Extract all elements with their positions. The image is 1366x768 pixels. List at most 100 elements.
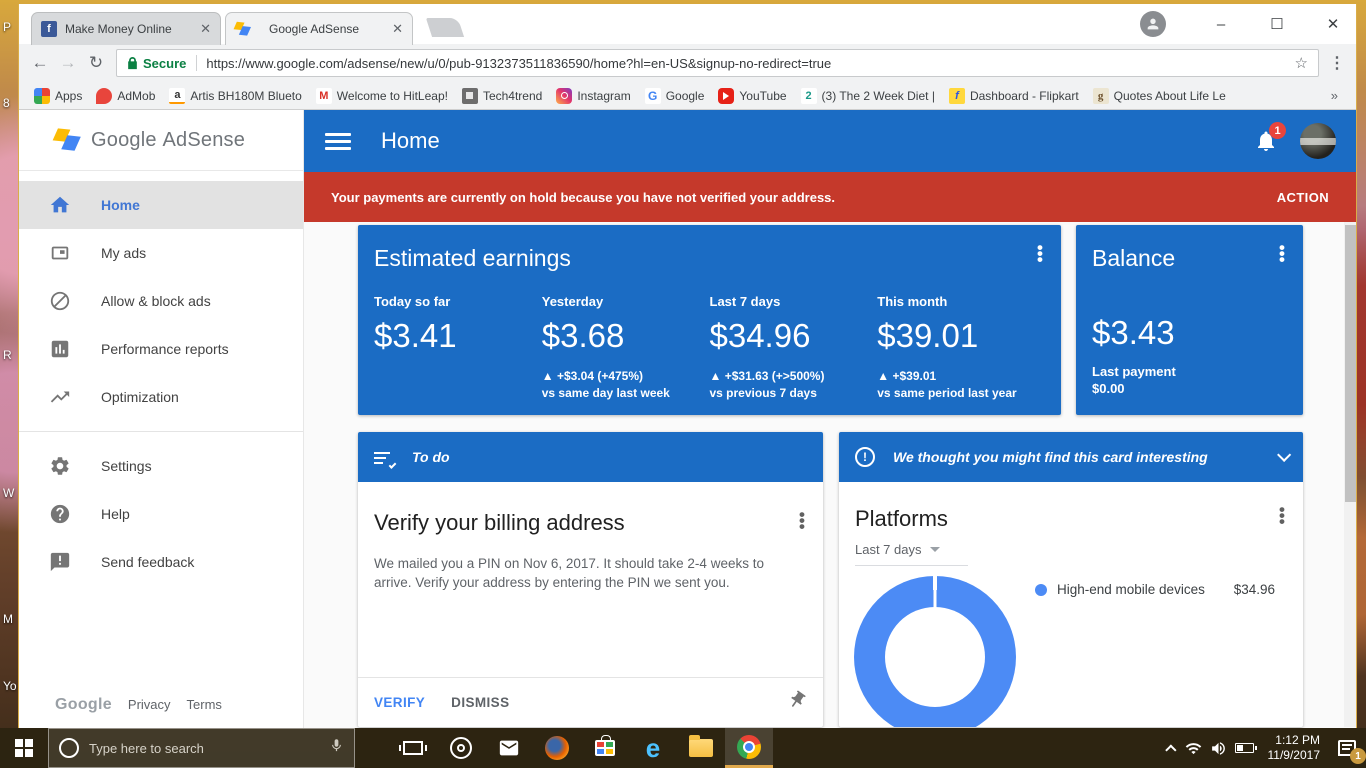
bookmark-youtube[interactable]: YouTube	[711, 87, 793, 104]
sidebar-item-settings[interactable]: Settings	[19, 442, 303, 490]
admob-icon	[96, 87, 113, 104]
firefox-app-button[interactable]	[533, 728, 581, 768]
minimize-button[interactable]: –	[1206, 16, 1236, 33]
hamburger-menu-icon[interactable]	[325, 129, 351, 154]
stat-comparison: vs previous 7 days	[709, 386, 817, 400]
verify-button[interactable]: VERIFY	[374, 695, 425, 710]
bookmark-artis[interactable]: a Artis BH180M Blueto	[162, 87, 308, 104]
bookmark-label: AdMob	[117, 88, 156, 103]
sidebar-item-label: Help	[101, 506, 130, 522]
address-bar[interactable]: Secure https://www.google.com/adsense/ne…	[116, 49, 1319, 77]
mail-app-button[interactable]	[485, 728, 533, 768]
card-menu-icon[interactable]: • • •	[799, 506, 805, 535]
chevron-down-icon[interactable]	[1277, 447, 1292, 462]
microphone-icon[interactable]	[329, 738, 344, 758]
bookmarks-overflow-chevron[interactable]: »	[1331, 88, 1348, 103]
card-menu-icon[interactable]: • • •	[1037, 239, 1043, 268]
bookmark-2weekdiet[interactable]: 2 (3) The 2 Week Diet |	[794, 87, 942, 104]
task-view-button[interactable]	[389, 728, 437, 768]
alert-action-button[interactable]: ACTION	[1277, 190, 1329, 205]
todo-title: Verify your billing address	[374, 510, 625, 535]
bookmark-flipkart[interactable]: f Dashboard - Flipkart	[942, 87, 1086, 104]
sidebar-item-label: Settings	[101, 458, 152, 474]
close-button[interactable]: ✕	[1318, 15, 1348, 33]
tab-google-adsense[interactable]: Google AdSense ✕	[225, 12, 413, 45]
bookmark-apps[interactable]: Apps	[27, 87, 89, 104]
browser-toolbar: ← → ↻ Secure https://www.google.com/adse…	[19, 44, 1356, 82]
volume-icon[interactable]	[1210, 740, 1227, 757]
sidebar-divider	[19, 431, 303, 432]
hidden-icons-chevron[interactable]	[1164, 744, 1177, 756]
bookmark-admob[interactable]: AdMob	[89, 87, 162, 104]
close-tab-icon[interactable]: ✕	[200, 21, 211, 37]
sidebar-item-help[interactable]: Help	[19, 490, 303, 538]
dismiss-button[interactable]: DISMISS	[451, 695, 509, 710]
wifi-icon[interactable]	[1185, 740, 1202, 757]
last-payment-label: Last payment	[1092, 364, 1176, 379]
sidebar-item-home[interactable]: Home	[19, 181, 303, 229]
account-avatar[interactable]	[1300, 123, 1336, 159]
stat-delta: ▲ +$39.01	[877, 369, 937, 383]
google-icon: G	[644, 87, 661, 104]
trending-up-icon	[50, 391, 70, 403]
notifications-bell-icon[interactable]: 1	[1254, 122, 1286, 153]
sidebar-item-performance-reports[interactable]: Performance reports	[19, 325, 303, 373]
store-app-button[interactable]	[581, 728, 629, 768]
bookmark-star-icon[interactable]: ☆	[1295, 54, 1308, 72]
sidebar-item-label: Send feedback	[101, 554, 195, 570]
taskbar-search-box[interactable]: Type here to search	[48, 728, 355, 768]
new-tab-button[interactable]	[425, 18, 465, 37]
sidebar-footer: Google Privacy Terms	[55, 696, 222, 714]
adsense-sidebar: Google AdSense Home My ads Allow & block…	[19, 110, 304, 728]
alert-message: Your payments are currently on hold beca…	[331, 189, 836, 205]
edge-app-button[interactable]: e	[629, 728, 677, 768]
tab-make-money-online[interactable]: f Make Money Online ✕	[31, 12, 221, 45]
scrollbar-thumb[interactable]	[1345, 225, 1356, 502]
file-explorer-button[interactable]	[677, 728, 725, 768]
url-text[interactable]: https://www.google.com/adsense/new/u/0/p…	[206, 56, 1286, 71]
chrome-app-button[interactable]	[725, 728, 773, 768]
bookmark-tech4trend[interactable]: Tech4trend	[455, 87, 549, 104]
period-dropdown[interactable]: Last 7 days	[855, 542, 968, 566]
card-menu-icon[interactable]: • • •	[1279, 501, 1285, 530]
page-scrollbar[interactable]	[1344, 222, 1356, 727]
recorder-app-button[interactable]	[437, 728, 485, 768]
close-tab-icon[interactable]: ✕	[392, 21, 403, 37]
bookmark-instagram[interactable]: Instagram	[549, 87, 637, 104]
search-placeholder: Type here to search	[89, 740, 204, 756]
start-button[interactable]	[0, 728, 48, 768]
bookmark-goodreads[interactable]: g Quotes About Life Le	[1086, 87, 1233, 104]
todo-card-header: To do	[358, 432, 823, 482]
battery-icon[interactable]	[1234, 743, 1257, 753]
maximize-button[interactable]: ☐	[1262, 15, 1292, 33]
terms-link[interactable]: Terms	[187, 697, 222, 712]
last-payment-value: $0.00	[1092, 381, 1125, 396]
adsense-logo: Google AdSense	[19, 110, 303, 171]
adsense-main: Home 1 Your payments are currently on ho…	[304, 110, 1356, 728]
bookmark-hitleap[interactable]: M Welcome to HitLeap!	[309, 87, 455, 104]
card-title: Estimated earnings	[374, 245, 571, 271]
flipkart-icon: f	[948, 87, 965, 104]
windows-logo-icon	[15, 739, 33, 757]
forward-icon[interactable]: →	[54, 53, 82, 73]
card-menu-icon[interactable]: • • •	[1279, 239, 1285, 268]
profile-icon[interactable]	[1140, 11, 1166, 37]
sidebar-item-send-feedback[interactable]: Send feedback	[19, 538, 303, 586]
back-icon[interactable]: ←	[26, 53, 54, 73]
facebook-icon: f	[41, 21, 57, 37]
action-center-button[interactable]: 1	[1334, 735, 1366, 764]
bookmark-google[interactable]: G Google	[638, 87, 712, 104]
todo-card: To do Verify your billing address • • • We…	[358, 432, 823, 727]
page-title: Home	[381, 128, 440, 153]
pin-icon[interactable]	[787, 690, 807, 715]
browser-menu-icon[interactable]: ⋮	[1325, 53, 1349, 73]
earnings-today-column: Today so far $3.41	[374, 294, 542, 400]
privacy-link[interactable]: Privacy	[128, 697, 171, 712]
sidebar-item-optimization[interactable]: Optimization	[19, 373, 303, 421]
taskbar-clock[interactable]: 1:12 PM 11/9/2017	[1262, 733, 1327, 763]
sidebar-item-allow-block-ads[interactable]: Allow & block ads	[19, 277, 303, 325]
sidebar-item-my-ads[interactable]: My ads	[19, 229, 303, 277]
block-icon	[50, 291, 70, 311]
reload-icon[interactable]: ↻	[82, 53, 110, 73]
stat-delta: ▲ +$3.04 (+475%)	[541, 369, 644, 383]
